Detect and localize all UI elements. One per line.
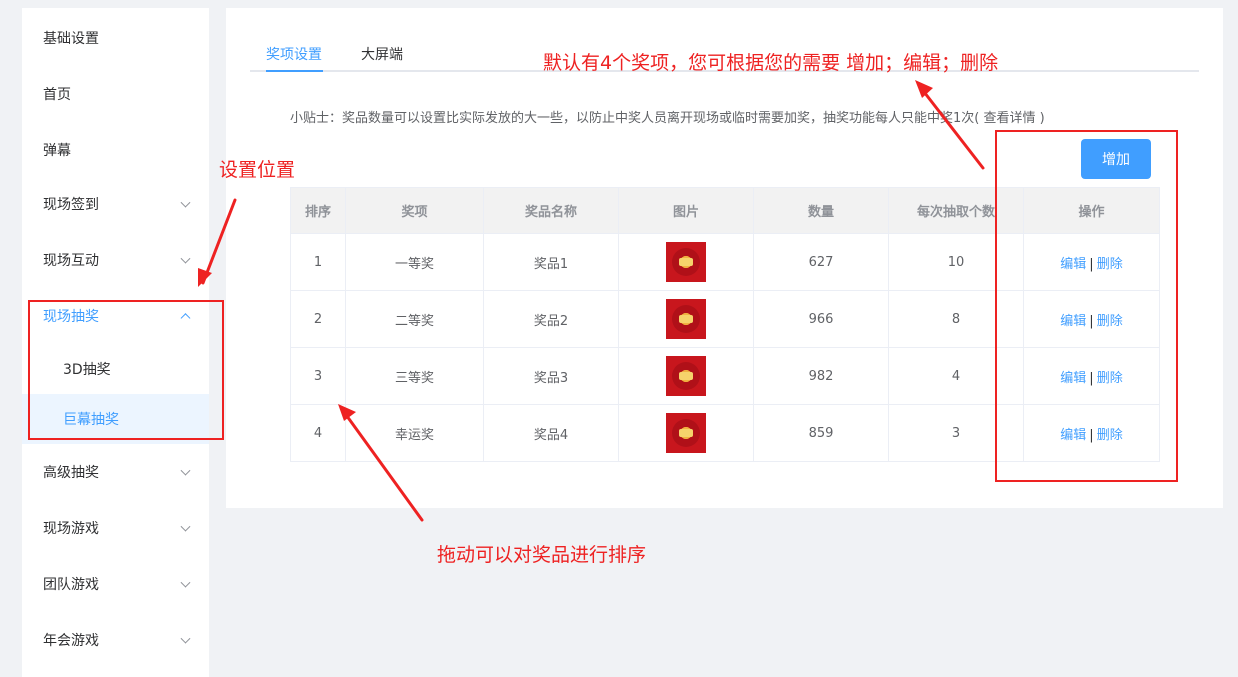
chevron-down-icon <box>180 253 191 264</box>
cell-order: 3 <box>290 347 346 405</box>
tip-text: 小贴士：奖品数量可以设置比实际发放的大一些，以防止中奖人员离开现场或临时需要加奖… <box>290 107 1045 126</box>
menu-onsite-games[interactable]: 现场游戏 <box>22 500 209 556</box>
menu-advanced-lottery[interactable]: 高级抽奖 <box>22 444 209 500</box>
cell-order: 1 <box>290 233 346 291</box>
chevron-down-icon <box>180 521 191 532</box>
prize-image <box>666 299 706 339</box>
prize-image <box>666 356 706 396</box>
chevron-down-icon <box>180 577 191 588</box>
chevron-down-icon <box>180 633 191 644</box>
menu-interaction[interactable]: 现场互动 <box>22 232 209 288</box>
cell-prize: 奖品1 <box>483 233 619 291</box>
menu-team-games[interactable]: 团队游戏 <box>22 556 209 612</box>
menu-label: 基础设置 <box>43 31 99 47</box>
cell-quantity: 982 <box>753 347 889 405</box>
tip-body: 小贴士：奖品数量可以设置比实际发放的大一些，以防止中奖人员离开现场或临时需要加奖… <box>290 111 975 126</box>
cell-award: 二等奖 <box>345 290 484 348</box>
cell-image <box>618 404 754 462</box>
menu-home[interactable]: 首页 <box>22 66 209 122</box>
cell-award: 一等奖 <box>345 233 484 291</box>
annotation-top: 默认有4个奖项，您可根据您的需要 增加；编辑；删除 <box>543 52 999 74</box>
prize-image <box>666 242 706 282</box>
header-image: 图片 <box>618 187 754 234</box>
annotation-left: 设置位置 <box>219 159 296 181</box>
active-tab-indicator <box>266 70 323 72</box>
header-order: 排序 <box>290 187 346 234</box>
menu-label: 团队游戏 <box>43 577 99 593</box>
tab-big-screen[interactable]: 大屏端 <box>361 44 403 64</box>
cell-quantity: 627 <box>753 233 889 291</box>
menu-label: 首页 <box>43 87 71 103</box>
cell-quantity: 966 <box>753 290 889 348</box>
highlight-box-menu <box>28 300 224 440</box>
menu-label: 现场游戏 <box>43 521 99 537</box>
header-quantity: 数量 <box>753 187 889 234</box>
menu-label: 弹幕 <box>43 143 71 159</box>
cell-award: 幸运奖 <box>345 404 484 462</box>
view-details-link[interactable]: ( 查看详情 ) <box>974 111 1044 126</box>
cell-award: 三等奖 <box>345 347 484 405</box>
chevron-down-icon <box>180 465 191 476</box>
cell-order: 2 <box>290 290 346 348</box>
menu-label: 高级抽奖 <box>43 465 99 481</box>
annotation-bottom: 拖动可以对奖品进行排序 <box>437 544 647 566</box>
header-prize-name: 奖品名称 <box>483 187 619 234</box>
menu-label: 年会游戏 <box>43 633 99 649</box>
menu-checkin[interactable]: 现场签到 <box>22 176 209 232</box>
prize-image <box>666 413 706 453</box>
cell-image <box>618 290 754 348</box>
cell-prize: 奖品2 <box>483 290 619 348</box>
cell-prize: 奖品4 <box>483 404 619 462</box>
menu-danmaku[interactable]: 弹幕 <box>22 122 209 178</box>
menu-annual-games[interactable]: 年会游戏 <box>22 612 209 668</box>
cell-order: 4 <box>290 404 346 462</box>
header-award: 奖项 <box>345 187 484 234</box>
cell-image <box>618 347 754 405</box>
menu-label: 现场互动 <box>43 253 99 269</box>
cell-image <box>618 233 754 291</box>
menu-basic-settings[interactable]: 基础设置 <box>22 10 209 66</box>
cell-prize: 奖品3 <box>483 347 619 405</box>
highlight-box-actions <box>995 130 1178 482</box>
cell-quantity: 859 <box>753 404 889 462</box>
tab-award-settings[interactable]: 奖项设置 <box>266 44 322 64</box>
menu-label: 现场签到 <box>43 197 99 213</box>
chevron-down-icon <box>180 197 191 208</box>
